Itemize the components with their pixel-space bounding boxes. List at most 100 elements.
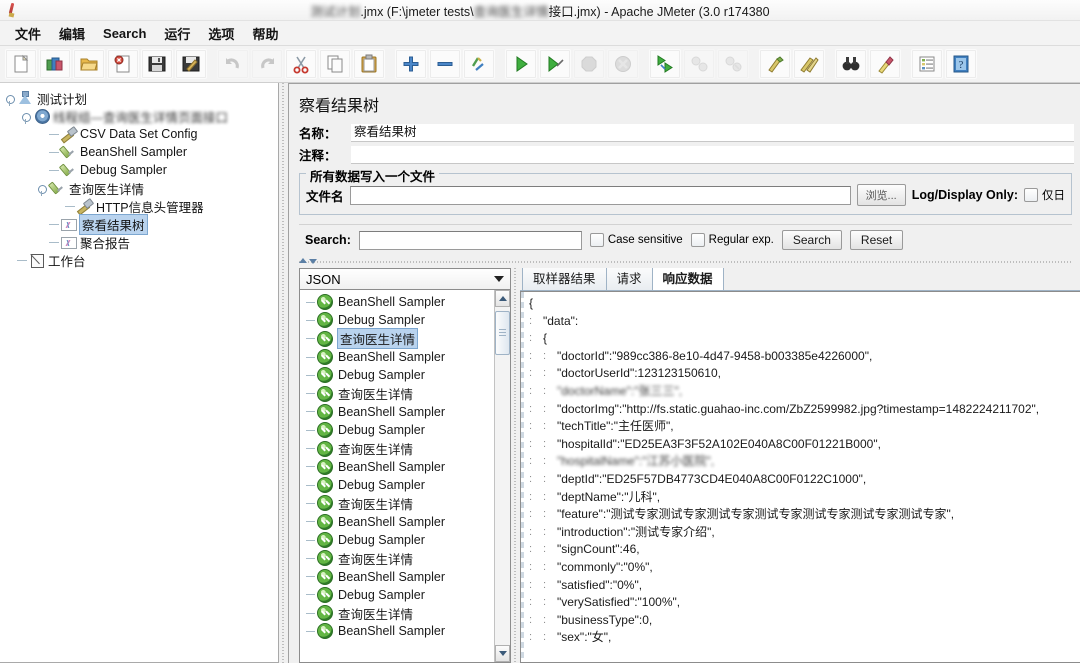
tree-node-label: BeanShell Sampler	[80, 145, 188, 159]
result-list-item[interactable]: BeanShell Sampler	[306, 403, 494, 421]
remote-start-all-icon[interactable]	[649, 49, 681, 79]
tree-expand-toggle-icon[interactable]	[36, 182, 49, 196]
renderer-select[interactable]: JSON	[299, 268, 511, 290]
function-helper-icon[interactable]	[911, 49, 943, 79]
tree-connector-line	[306, 429, 315, 431]
browse-button[interactable]: 浏览...	[856, 184, 906, 206]
close-icon[interactable]	[107, 49, 139, 79]
scroll-down-button[interactable]	[495, 645, 510, 662]
tree-connector-line	[306, 539, 315, 541]
search-icon[interactable]	[835, 49, 867, 79]
result-list-item[interactable]: Debug Sampler	[306, 476, 494, 494]
result-list-item[interactable]: BeanShell Sampler	[306, 293, 494, 311]
results-splitter[interactable]	[511, 268, 520, 663]
window-title: 测试计划.jmx (F:\jmeter tests\查询医生详情接口.jmx) …	[0, 1, 1080, 20]
tree-node[interactable]: HTTP信息头管理器	[4, 197, 278, 215]
menu-run[interactable]: 运行	[155, 21, 199, 46]
result-list-item[interactable]: Debug Sampler	[306, 421, 494, 439]
tree-node[interactable]: 查询医生详情	[4, 179, 278, 197]
menu-edit[interactable]: 编辑	[50, 21, 94, 46]
tab-response-data[interactable]: 响应数据	[651, 268, 724, 290]
result-list-item[interactable]: Debug Sampler	[306, 531, 494, 549]
tab-request[interactable]: 请求	[605, 268, 653, 290]
search-reset-icon[interactable]	[869, 49, 901, 79]
json-indent-guide: :	[529, 402, 533, 415]
result-list-item-label: Debug Sampler	[338, 368, 425, 383]
tree-node-spacer	[36, 164, 49, 177]
search-button[interactable]: Search	[781, 230, 842, 250]
result-list-item[interactable]: 查询医生详情	[306, 494, 494, 512]
tab-sampler-result[interactable]: 取样器结果	[522, 268, 607, 290]
result-list-item[interactable]: Debug Sampler	[306, 586, 494, 604]
tree-node[interactable]: 测试计划	[4, 89, 278, 107]
scroll-up-button[interactable]	[495, 290, 510, 307]
save-icon[interactable]	[141, 49, 173, 79]
result-list-item[interactable]: Debug Sampler	[306, 311, 494, 329]
toggle-icon[interactable]	[463, 49, 495, 79]
scroll-thumb[interactable]	[495, 311, 510, 355]
result-list-item[interactable]: BeanShell Sampler	[306, 567, 494, 585]
result-list-item[interactable]: BeanShell Sampler	[306, 458, 494, 476]
reset-button[interactable]: Reset	[849, 230, 904, 250]
tree-node[interactable]: 聚合报告	[4, 233, 278, 251]
name-input[interactable]: 察看结果树	[351, 123, 1074, 142]
tree-node[interactable]: 察看结果树	[4, 213, 278, 235]
cut-icon[interactable]	[285, 49, 317, 79]
regular-exp-checkbox-box[interactable]	[690, 233, 705, 247]
start-no-pause-icon[interactable]	[539, 49, 571, 79]
chevron-down-icon[interactable]	[494, 276, 504, 282]
vertical-splitter[interactable]	[279, 83, 288, 663]
menu-help[interactable]: 帮助	[243, 21, 287, 46]
open-icon[interactable]	[73, 49, 105, 79]
expand-all-icon[interactable]	[395, 49, 427, 79]
tree-node[interactable]: Debug Sampler	[4, 161, 278, 179]
json-line-text: "signCount":46,	[557, 542, 640, 557]
result-list-item[interactable]: BeanShell Sampler	[306, 513, 494, 531]
search-input[interactable]	[358, 230, 582, 250]
tree-node[interactable]: 工作台	[4, 251, 278, 269]
clear-icon[interactable]	[759, 49, 791, 79]
json-indent-guide: :	[543, 490, 547, 503]
sampler-icon	[49, 180, 66, 196]
result-list-item[interactable]: Debug Sampler	[306, 366, 494, 384]
case-sensitive-checkbox-box[interactable]	[589, 233, 604, 247]
templates-icon[interactable]	[39, 49, 71, 79]
splitter-arrows[interactable]	[299, 258, 317, 264]
clear-all-icon[interactable]	[793, 49, 825, 79]
results-right-column: 取样器结果 请求 响应数据 {: "data"::{:: "doctorId":"989…	[520, 268, 1080, 663]
copy-icon[interactable]	[319, 49, 351, 79]
result-list-item[interactable]: 查询医生详情	[306, 604, 494, 622]
start-icon[interactable]	[505, 49, 537, 79]
menu-search[interactable]: Search	[94, 23, 155, 44]
new-icon[interactable]	[5, 49, 37, 79]
menu-file[interactable]: 文件	[6, 21, 50, 46]
filename-input[interactable]	[349, 185, 851, 205]
collapse-all-icon[interactable]	[429, 49, 461, 79]
scroll-track[interactable]	[495, 307, 510, 645]
horizontal-splitter[interactable]	[299, 258, 1072, 265]
case-sensitive-checkbox[interactable]: Case sensitive	[589, 233, 683, 247]
splitter-down-arrow-icon[interactable]	[309, 259, 317, 264]
response-data-view[interactable]: {: "data"::{:: "doctorId":"989cc386-8e10-4…	[520, 291, 1080, 663]
tree-node[interactable]: 线程组—查询医生详情页面接口	[4, 107, 278, 125]
tree-node[interactable]: BeanShell Sampler	[4, 143, 278, 161]
result-tree-scrollbar[interactable]	[494, 290, 510, 662]
splitter-up-arrow-icon[interactable]	[299, 258, 307, 263]
errors-only-checkbox-box[interactable]	[1024, 188, 1038, 202]
result-list-item[interactable]: 查询医生详情	[306, 439, 494, 457]
menu-options[interactable]: 选项	[199, 21, 243, 46]
tree-expand-toggle-icon[interactable]	[20, 110, 33, 124]
tree-expand-toggle-icon[interactable]	[4, 92, 17, 106]
save-as-icon[interactable]	[175, 49, 207, 79]
errors-only-checkbox[interactable]: 仅日	[1024, 187, 1065, 203]
help-icon[interactable]: ?	[945, 49, 977, 79]
result-list-item[interactable]: 查询医生详情	[306, 549, 494, 567]
paste-icon[interactable]	[353, 49, 385, 79]
result-list-item[interactable]: 查询医生详情	[306, 384, 494, 402]
regular-exp-checkbox[interactable]: Regular exp.	[690, 233, 774, 247]
result-list-item[interactable]: 查询医生详情	[306, 328, 494, 350]
result-list-item[interactable]: BeanShell Sampler	[306, 622, 494, 640]
result-list-item[interactable]: BeanShell Sampler	[306, 348, 494, 366]
tree-node[interactable]: CSV Data Set Config	[4, 125, 278, 143]
comment-input[interactable]	[351, 145, 1074, 164]
